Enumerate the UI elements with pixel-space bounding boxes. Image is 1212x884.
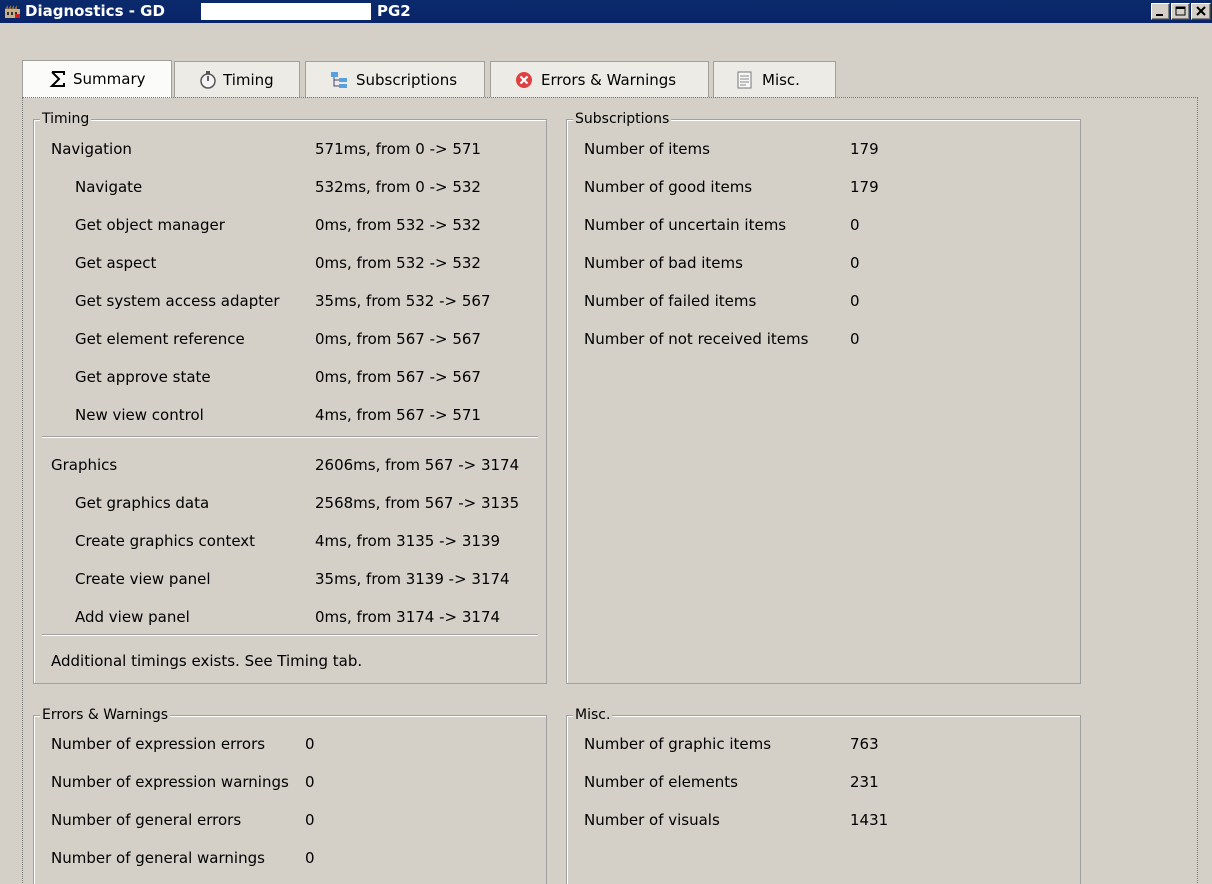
close-button[interactable] bbox=[1191, 3, 1211, 20]
tab-subscriptions[interactable]: Subscriptions bbox=[305, 61, 485, 97]
error-stat-label: Number of general warnings bbox=[51, 849, 265, 867]
tab-errors-warnings-label: Errors & Warnings bbox=[541, 71, 677, 89]
timing-item-value: 532ms, from 0 -> 532 bbox=[315, 178, 481, 196]
subscription-value: 0 bbox=[850, 216, 860, 234]
misc-group: Misc. Number of graphic items 763 Number… bbox=[566, 707, 1081, 884]
subscription-label: Number of not received items bbox=[584, 330, 809, 348]
errors-warnings-group: Errors & Warnings Number of expression e… bbox=[33, 707, 547, 884]
error-stat-label: Number of expression warnings bbox=[51, 773, 289, 791]
timing-item-value: 0ms, from 3174 -> 3174 bbox=[315, 608, 501, 626]
timing-item-label: Navigate bbox=[75, 178, 143, 196]
tab-misc[interactable]: Misc. bbox=[713, 61, 836, 97]
misc-stat-label: Number of graphic items bbox=[584, 735, 772, 753]
stopwatch-icon bbox=[200, 71, 216, 89]
summary-pane: Timing Navigation 571ms, from 0 -> 571 N… bbox=[22, 97, 1198, 884]
error-stat-value: 0 bbox=[305, 735, 315, 753]
minimize-icon bbox=[1156, 14, 1163, 16]
tab-summary[interactable]: Summary bbox=[22, 60, 172, 98]
error-stat-value: 0 bbox=[305, 811, 315, 829]
timing-item-value: 0ms, from 567 -> 567 bbox=[315, 368, 481, 386]
timing-item-label: Get element reference bbox=[75, 330, 245, 348]
subscriptions-group: Subscriptions Number of items 179 Number… bbox=[566, 111, 1081, 684]
graphics-label: Graphics bbox=[51, 456, 118, 474]
maximize-icon bbox=[1175, 6, 1186, 16]
misc-stat-label: Number of visuals bbox=[584, 811, 720, 829]
subscription-value: 0 bbox=[850, 330, 860, 348]
close-icon bbox=[1196, 6, 1206, 16]
timing-item-label: Get graphics data bbox=[75, 494, 210, 512]
subscription-label: Number of uncertain items bbox=[584, 216, 787, 234]
subscription-value: 0 bbox=[850, 254, 860, 272]
timing-item-value: 0ms, from 532 -> 532 bbox=[315, 254, 481, 272]
redacted-title-block bbox=[201, 3, 371, 20]
tree-icon bbox=[331, 72, 347, 88]
timing-item-label: New view control bbox=[75, 406, 204, 424]
sigma-icon bbox=[49, 71, 65, 87]
timing-item-label: Create view panel bbox=[75, 570, 211, 588]
error-stat-value: 0 bbox=[305, 849, 315, 867]
timing-item-label: Add view panel bbox=[75, 608, 190, 626]
timing-footer-note: Additional timings exists. See Timing ta… bbox=[51, 652, 363, 670]
misc-stat-label: Number of elements bbox=[584, 773, 738, 791]
subscription-value: 179 bbox=[850, 178, 879, 196]
error-stat-label: Number of general errors bbox=[51, 811, 242, 829]
tab-timing-label: Timing bbox=[223, 71, 274, 89]
error-stat-label: Number of expression errors bbox=[51, 735, 266, 753]
error-stat-value: 0 bbox=[305, 773, 315, 791]
misc-stat-value: 763 bbox=[850, 735, 879, 753]
timing-item-label: Get approve state bbox=[75, 368, 211, 386]
maximize-button[interactable] bbox=[1171, 3, 1190, 20]
timing-item-value: 4ms, from 3135 -> 3139 bbox=[315, 532, 501, 550]
subscription-label: Number of good items bbox=[584, 178, 753, 196]
timing-item-label: Get system access adapter bbox=[75, 292, 280, 310]
document-icon bbox=[737, 71, 752, 89]
subscription-value: 0 bbox=[850, 292, 860, 310]
minimize-button[interactable] bbox=[1151, 3, 1170, 20]
timing-item-label: Create graphics context bbox=[75, 532, 256, 550]
timing-separator bbox=[42, 436, 538, 438]
timing-item-label: Get aspect bbox=[75, 254, 157, 272]
subscription-label: Number of bad items bbox=[584, 254, 743, 272]
tab-misc-label: Misc. bbox=[762, 71, 800, 89]
window-title-suffix: PG2 bbox=[377, 2, 411, 20]
factory-icon bbox=[5, 5, 20, 18]
timing-item-value: 35ms, from 532 -> 567 bbox=[315, 292, 491, 310]
errors-legend: Errors & Warnings bbox=[40, 707, 171, 723]
misc-stat-value: 231 bbox=[850, 773, 879, 791]
timing-item-value: 2568ms, from 567 -> 3135 bbox=[315, 494, 520, 512]
timing-separator bbox=[42, 634, 538, 636]
tab-subscriptions-label: Subscriptions bbox=[356, 71, 458, 89]
timing-item-value: 4ms, from 567 -> 571 bbox=[315, 406, 481, 424]
timing-item-value: 35ms, from 3139 -> 3174 bbox=[315, 570, 510, 588]
window-title-prefix: Diagnostics - GD bbox=[25, 2, 165, 20]
misc-stat-value: 1431 bbox=[850, 811, 889, 829]
graphics-value: 2606ms, from 567 -> 3174 bbox=[315, 456, 520, 474]
timing-legend: Timing bbox=[40, 111, 92, 127]
navigation-value: 571ms, from 0 -> 571 bbox=[315, 140, 481, 158]
subscriptions-legend: Subscriptions bbox=[573, 111, 672, 127]
subscription-label: Number of failed items bbox=[584, 292, 757, 310]
timing-item-value: 0ms, from 532 -> 532 bbox=[315, 216, 481, 234]
subscription-value: 179 bbox=[850, 140, 879, 158]
window-titlebar[interactable]: Diagnostics - GD PG2 bbox=[0, 0, 1212, 23]
timing-item-value: 0ms, from 567 -> 567 bbox=[315, 330, 481, 348]
misc-legend: Misc. bbox=[573, 707, 613, 723]
tab-timing[interactable]: Timing bbox=[174, 61, 300, 97]
tab-errors-warnings[interactable]: Errors & Warnings bbox=[490, 61, 709, 97]
error-icon bbox=[516, 72, 532, 88]
navigation-label: Navigation bbox=[51, 140, 132, 158]
subscription-label: Number of items bbox=[584, 140, 710, 158]
timing-group: Timing Navigation 571ms, from 0 -> 571 N… bbox=[33, 111, 547, 684]
timing-item-label: Get object manager bbox=[75, 216, 225, 234]
tab-summary-label: Summary bbox=[73, 70, 146, 88]
